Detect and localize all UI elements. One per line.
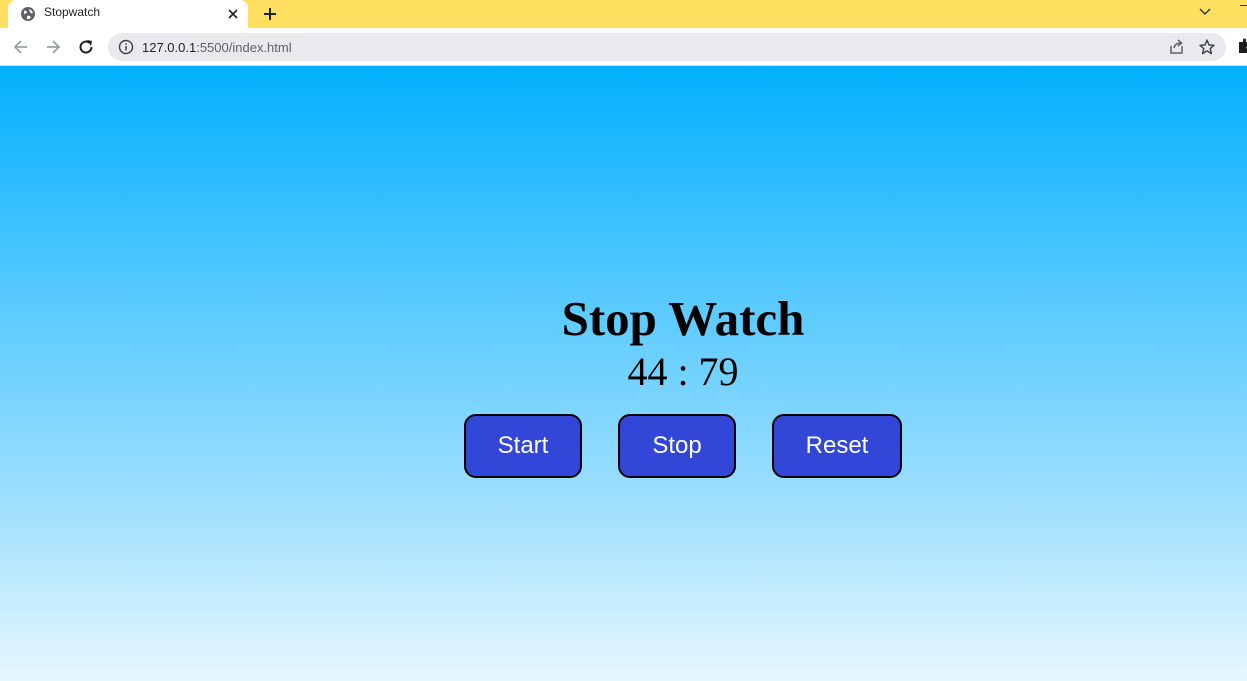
tab-strip: Stopwatch <box>0 0 1247 28</box>
tab-search-button[interactable] <box>1193 2 1217 22</box>
start-button[interactable]: Start <box>464 414 582 478</box>
url-host: 127.0.0.1 <box>142 40 197 55</box>
info-icon[interactable] <box>118 39 134 55</box>
star-icon[interactable] <box>1198 38 1216 56</box>
arrow-right-icon <box>47 40 61 54</box>
reset-button[interactable]: Reset <box>772 414 902 478</box>
reload-button[interactable] <box>74 35 98 59</box>
chevron-down-icon <box>1199 8 1211 15</box>
back-button[interactable] <box>9 35 33 59</box>
address-bar[interactable]: 127.0.0.1:5500/index.html <box>108 33 1226 61</box>
url-text[interactable]: 127.0.0.1:5500/index.html <box>142 40 292 55</box>
close-icon[interactable] <box>224 5 242 23</box>
tab-stopwatch[interactable]: Stopwatch <box>8 0 248 28</box>
new-tab-button[interactable] <box>258 3 282 25</box>
url-path: :5500/index.html <box>196 40 292 55</box>
stop-button[interactable]: Stop <box>618 414 736 478</box>
browser-toolbar: 127.0.0.1:5500/index.html <box>0 28 1247 66</box>
reload-icon <box>79 40 93 54</box>
timer-display: 44 : 79 <box>627 349 739 394</box>
globe-icon <box>20 6 36 22</box>
arrow-left-icon <box>13 40 27 54</box>
share-icon[interactable] <box>1168 38 1186 56</box>
plus-icon <box>264 8 276 20</box>
forward-button[interactable] <box>41 35 65 59</box>
page-viewport: Stop Watch 44 : 79 Start Stop Reset <box>0 66 1247 681</box>
tab-title: Stopwatch <box>44 5 101 19</box>
extensions-icon[interactable] <box>1238 38 1247 54</box>
page-title: Stop Watch <box>561 291 805 346</box>
minimize-button[interactable] <box>1240 5 1247 6</box>
